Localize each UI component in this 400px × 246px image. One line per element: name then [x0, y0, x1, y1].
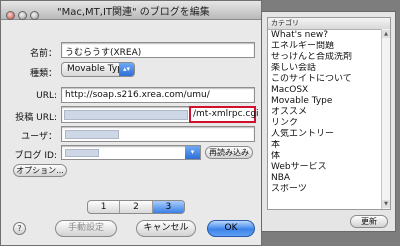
minimize-window-button[interactable]	[18, 11, 27, 20]
blog-id-combo[interactable]: ▾	[61, 145, 201, 160]
category-item[interactable]: せっけんと合成洗剤	[268, 52, 383, 63]
category-item[interactable]: このサイトについて	[268, 74, 383, 85]
blog-edit-window: "Mac,MT,IT関連" のブログを編集 名前： うむらうす(XREA) 種類…	[0, 0, 262, 246]
name-label: 名前：	[29, 49, 57, 59]
page-selector: 1 2 3	[87, 200, 185, 214]
options-button[interactable]: オプション...	[13, 164, 67, 177]
blog-id-redacted	[65, 149, 99, 157]
page-tab-3[interactable]: 3	[152, 201, 184, 213]
ok-button[interactable]: OK	[207, 220, 255, 237]
category-list-header: カテゴリ	[268, 18, 390, 30]
title-bar: "Mac,MT,IT関連" のブログを編集	[1, 1, 261, 20]
category-scrollbar[interactable]	[381, 29, 390, 209]
window-controls	[6, 5, 42, 24]
scroll-down-icon[interactable]: ▼	[381, 200, 390, 208]
category-item[interactable]: 楽しい会話	[268, 63, 383, 74]
category-drawer: カテゴリ What's new? エネルギー問題 せっけんと合成洗剤 楽しい会話…	[261, 11, 396, 232]
close-window-button[interactable]	[6, 11, 15, 20]
url-field[interactable]: http://soap.s216.xrea.com/umu/	[61, 87, 255, 103]
page-tab-2[interactable]: 2	[120, 201, 153, 213]
type-select[interactable]: Movable Type ▴▾	[61, 62, 135, 77]
category-item[interactable]: エネルギー問題	[268, 41, 383, 52]
cancel-button[interactable]: キャンセル	[136, 220, 196, 237]
page-tab-1[interactable]: 1	[88, 201, 121, 213]
update-button[interactable]: 更新	[350, 215, 388, 228]
post-url-label: 投稿 URL:	[15, 113, 57, 123]
category-item[interactable]: Movable Type	[268, 96, 383, 107]
type-label: 種類：	[29, 69, 57, 79]
scroll-up-icon[interactable]: ▲	[381, 30, 390, 38]
chevron-updown-icon: ▴▾	[119, 63, 134, 76]
post-url-redacted	[64, 110, 188, 120]
category-item[interactable]: NBA	[268, 173, 383, 184]
manual-settings-button[interactable]: 手動設定	[55, 220, 117, 237]
chevron-down-icon[interactable]: ▾	[185, 146, 200, 159]
help-icon[interactable]: ?	[13, 222, 26, 235]
category-item[interactable]: スポーツ	[268, 184, 383, 195]
post-url-field[interactable]	[61, 106, 191, 123]
blog-id-label: ブログ ID:	[14, 151, 57, 161]
reload-button[interactable]: 再読み込み	[205, 146, 253, 159]
category-item[interactable]: Webサービス	[268, 162, 383, 173]
zoom-window-button[interactable]	[30, 11, 39, 20]
window-title: "Mac,MT,IT関連" のブログを編集	[57, 7, 210, 18]
post-url-suffix-highlight: /mt-xmlrpc.cgi	[189, 106, 259, 123]
category-item[interactable]: What's new?	[268, 30, 383, 41]
category-item[interactable]: 本	[268, 140, 383, 151]
user-label: ユーザ：	[21, 132, 57, 142]
category-item[interactable]: 人気エントリー	[268, 129, 383, 140]
category-list[interactable]: カテゴリ What's new? エネルギー問題 せっけんと合成洗剤 楽しい会話…	[267, 17, 391, 210]
category-item[interactable]: オススメ	[268, 107, 383, 118]
category-item[interactable]: リンク	[268, 118, 383, 129]
category-item[interactable]: 体	[268, 151, 383, 162]
url-label: URL:	[36, 91, 57, 101]
name-field[interactable]: うむらうす(XREA)	[61, 42, 255, 58]
user-field[interactable]	[61, 126, 255, 142]
category-item[interactable]: MacOSX	[268, 85, 383, 96]
user-redacted	[65, 130, 119, 139]
